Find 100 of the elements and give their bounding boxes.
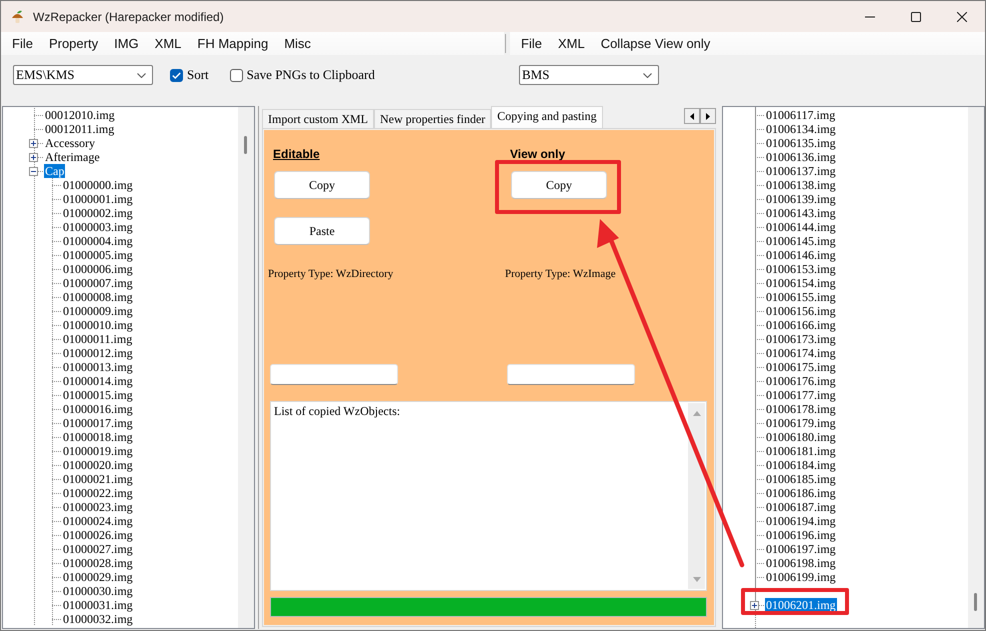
menu-item[interactable]: FH Mapping (189, 32, 276, 55)
tree-item[interactable]: 00012010.img (44, 108, 116, 122)
tree-item[interactable]: 01000020.img (62, 458, 134, 472)
tree-item[interactable]: 01000000.img (62, 178, 134, 192)
tree-item[interactable]: 01000023.img (62, 500, 134, 514)
tree-item[interactable]: 01000008.img (62, 290, 134, 304)
tree-item[interactable]: 01000031.img (62, 598, 134, 612)
menu-item[interactable]: Misc (276, 32, 319, 55)
checkbox[interactable] (170, 68, 183, 82)
tree-item[interactable]: 01006201.img (765, 598, 837, 612)
tree-item[interactable]: 01000019.img (62, 444, 134, 458)
tab-scroll-right-button[interactable] (700, 108, 716, 124)
tab[interactable]: Copying and pasting (491, 106, 603, 128)
tree-item[interactable]: 01006138.img (765, 178, 837, 192)
version-select[interactable]: EMS\KMS (13, 65, 153, 85)
menu-item[interactable]: Collapse View only (592, 32, 718, 55)
tree-item[interactable]: 01006180.img (765, 430, 837, 444)
tree-item[interactable]: 01000005.img (62, 248, 134, 262)
tree-item[interactable]: Cap (44, 164, 66, 178)
action-button[interactable]: Paste (274, 217, 370, 245)
menu-item[interactable]: IMG (106, 32, 147, 55)
tree-item[interactable]: 01006197.img (765, 542, 837, 556)
tree-item[interactable]: 01006173.img (765, 332, 837, 346)
minus-box-icon[interactable] (29, 166, 38, 176)
tree-item[interactable]: 01000001.img (62, 192, 134, 206)
tree-item[interactable]: 00012011.img (44, 122, 116, 136)
scrollbar[interactable] (968, 107, 984, 628)
tree-item[interactable]: 01006198.img (765, 556, 837, 570)
tree-item[interactable]: 01006181.img (765, 444, 837, 458)
scrollbar[interactable] (688, 403, 705, 589)
tree-item[interactable]: 01006144.img (765, 220, 837, 234)
menu-item[interactable]: Property (40, 32, 106, 55)
tree-item[interactable]: 01006196.img (765, 528, 837, 542)
plus-box-icon[interactable] (750, 600, 759, 610)
plus-box-icon[interactable] (29, 138, 38, 148)
tree-item[interactable]: 01000007.img (62, 276, 134, 290)
version-select[interactable]: BMS (519, 65, 659, 85)
tree-item[interactable]: 01006175.img (765, 360, 837, 374)
tree-item[interactable]: 01000002.img (62, 206, 134, 220)
tree-item[interactable]: 01000024.img (62, 514, 134, 528)
scrollbar[interactable] (238, 107, 254, 628)
tree-item[interactable]: 01000026.img (62, 528, 134, 542)
tree-item[interactable]: 01000018.img (62, 430, 134, 444)
tree-item[interactable]: 01006199.img (765, 570, 837, 584)
menu-item[interactable]: File (513, 32, 550, 55)
tree-item[interactable]: 01006139.img (765, 192, 837, 206)
tree-item[interactable]: 01000003.img (62, 220, 134, 234)
tree-item[interactable]: 01006174.img (765, 346, 837, 360)
tab[interactable]: New properties finder (374, 109, 492, 128)
tree-item[interactable]: 01000027.img (62, 542, 134, 556)
tree-item[interactable]: 01000009.img (62, 304, 134, 318)
tree-item[interactable]: 01006177.img (765, 388, 837, 402)
tree-item[interactable]: 01000011.img (62, 332, 134, 346)
action-button[interactable]: Copy (511, 171, 607, 199)
scrollbar-thumb[interactable] (244, 136, 247, 154)
tree-item[interactable]: Accessory (44, 136, 96, 150)
tree-item[interactable]: 01006143.img (765, 206, 837, 220)
tree-item[interactable]: 01000006.img (62, 262, 134, 276)
copied-list-field[interactable]: List of copied WzObjects: (270, 401, 707, 591)
tree-item[interactable]: 01000015.img (62, 388, 134, 402)
scrollbar-thumb[interactable] (974, 593, 977, 611)
tree-item[interactable]: 01006137.img (765, 164, 837, 178)
tab[interactable]: Import custom XML (262, 109, 374, 128)
tree-item[interactable]: 01006117.img (765, 108, 836, 122)
tree-item[interactable]: 01006178.img (765, 402, 837, 416)
input-field[interactable] (507, 364, 635, 385)
menu-item[interactable]: XML (146, 32, 190, 55)
tree-item[interactable]: 01006153.img (765, 262, 837, 276)
tree-item[interactable]: 01006135.img (765, 136, 837, 150)
tree-item[interactable]: 01006176.img (765, 374, 837, 388)
menu-item[interactable]: XML (550, 32, 593, 55)
tree-item[interactable]: 01006184.img (765, 458, 837, 472)
tree-item[interactable]: 01006186.img (765, 486, 837, 500)
input-field[interactable] (270, 364, 398, 385)
tree-item[interactable]: 01000030.img (62, 584, 134, 598)
menu-item[interactable]: File (4, 32, 41, 55)
tree-item[interactable]: 01006179.img (765, 416, 837, 430)
tree-item[interactable]: 01000021.img (62, 472, 134, 486)
tree-item[interactable]: 01006156.img (765, 304, 837, 318)
tree-item[interactable]: 01000012.img (62, 346, 134, 360)
checkbox-label[interactable]: Save PNGs to Clipboard (246, 67, 375, 83)
tree-item[interactable]: 01006134.img (765, 122, 837, 136)
tree-item[interactable]: 01006187.img (765, 500, 837, 514)
tree-item[interactable]: 01000029.img (62, 570, 134, 584)
down-triangle-icon[interactable] (692, 577, 700, 582)
tree-item[interactable]: 01000016.img (62, 402, 134, 416)
tree-item[interactable]: 01006154.img (765, 276, 837, 290)
tree-item[interactable]: 01006166.img (765, 318, 837, 332)
tree-item[interactable]: 01006136.img (765, 150, 837, 164)
tree-item[interactable]: 01000010.img (62, 318, 134, 332)
tree-item[interactable]: 01006194.img (765, 514, 837, 528)
tab-scroll-left-button[interactable] (684, 108, 700, 124)
tree-item[interactable]: 01000022.img (62, 486, 134, 500)
tree-item[interactable]: Afterimage (44, 150, 101, 164)
tree-item[interactable]: 01000032.img (62, 612, 134, 626)
tree-item[interactable]: 01006146.img (765, 248, 837, 262)
checkbox-label[interactable]: Sort (187, 67, 209, 83)
tree-item[interactable]: 01006155.img (765, 290, 837, 304)
tree-item[interactable]: 01006145.img (765, 234, 837, 248)
tree-item[interactable]: 01006185.img (765, 472, 837, 486)
